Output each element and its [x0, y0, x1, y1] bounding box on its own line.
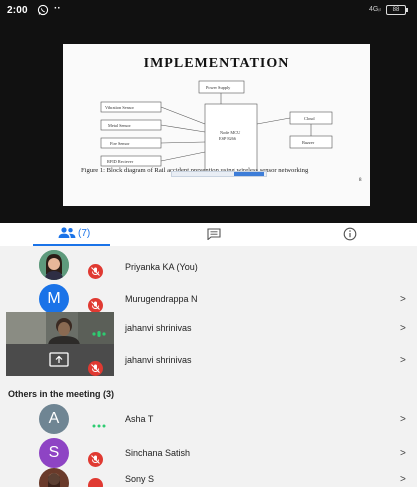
presentation-area: 2:00 ·· 4Gᵢₗ 88 IMPLEMENTATION Power Sup… [0, 0, 417, 223]
participant-row[interactable]: jahanvi shrinivas > [0, 344, 417, 378]
chevron-right-icon[interactable]: > [400, 448, 406, 459]
buzzer-label: Buzzer [302, 140, 315, 145]
status-time: 2:00 [7, 5, 28, 16]
participant-row[interactable]: Sony S > [0, 468, 417, 487]
mic-off-icon [88, 478, 103, 487]
avatar [39, 468, 69, 487]
metal-sensor-label: Metal Sensor [108, 123, 131, 128]
participant-name: Sinchana Satish [125, 448, 191, 458]
participant-row[interactable]: M Murugendrappa N > [0, 284, 417, 315]
chat-icon [207, 228, 221, 240]
participant-row[interactable]: jahanvi shrinivas > [0, 312, 417, 346]
tab-people[interactable]: (7) [0, 223, 139, 246]
chevron-right-icon[interactable]: > [400, 294, 406, 305]
avatar: M [39, 284, 69, 314]
mic-off-icon [88, 298, 103, 313]
controller-label-2: ESP 8266 [219, 136, 237, 141]
participants-list: Priyanka KA (You) M Murugendrappa N > ja… [0, 246, 417, 487]
participant-row[interactable]: S Sinchana Satish > [0, 438, 417, 469]
whatsapp-icon [37, 4, 49, 16]
chevron-right-icon[interactable]: > [400, 414, 406, 425]
slide-page-number: 8 [359, 178, 362, 183]
mic-off-icon [88, 452, 103, 467]
vibration-sensor-label: Vibration Sensor [105, 105, 135, 110]
video-thumbnail [6, 312, 114, 344]
avatar [39, 250, 69, 280]
power-supply-label: Power Supply [206, 85, 231, 90]
speaking-indicator [92, 424, 106, 428]
people-count: (7) [78, 227, 91, 239]
participant-name: Asha T [125, 414, 154, 424]
mic-off-icon [88, 361, 103, 376]
participant-name: jahanvi shrinivas [125, 323, 192, 333]
participant-row[interactable]: A Asha T > [0, 404, 417, 435]
cloud-label: Cloud [304, 116, 315, 121]
tab-bar: (7) [0, 223, 417, 246]
chevron-right-icon[interactable]: > [400, 323, 406, 334]
chevron-right-icon[interactable]: > [400, 355, 406, 366]
tab-info[interactable] [278, 223, 417, 246]
mic-off-icon [88, 264, 103, 279]
slide-popup-button[interactable] [234, 172, 264, 176]
participant-name: jahanvi shrinivas [125, 355, 192, 365]
avatar: S [39, 438, 69, 468]
info-icon [343, 227, 357, 241]
avatar: A [39, 404, 69, 434]
block-diagram: Power Supply Vibration Sensor Metal Sens… [100, 80, 333, 173]
speaking-indicator [92, 331, 106, 337]
controller-label-1: Node MCU [220, 130, 241, 135]
others-section-header: Others in the meeting (3) [8, 389, 115, 399]
participant-name: Sony S [125, 474, 155, 484]
status-dots: ·· [54, 3, 61, 14]
rfid-reciever-label: RFID Reciever [107, 159, 134, 164]
people-icon [58, 227, 76, 238]
battery-icon: 88 [386, 5, 408, 15]
slide-popup-bar [171, 171, 267, 177]
signal-icon: 4Gᵢₗ [369, 6, 381, 13]
participant-name: Murugendrappa N [125, 294, 198, 304]
participant-name: Priyanka KA (You) [125, 262, 198, 272]
participant-row[interactable]: Priyanka KA (You) [0, 250, 417, 281]
shared-slide: IMPLEMENTATION Power Supply Vibration Se… [63, 44, 370, 206]
status-bar: 2:00 ·· 4Gᵢₗ 88 [0, 0, 417, 22]
tab-chat[interactable] [139, 223, 278, 246]
chevron-right-icon[interactable]: > [400, 474, 406, 485]
fire-sensor-label: Fire Sensor [110, 141, 130, 146]
